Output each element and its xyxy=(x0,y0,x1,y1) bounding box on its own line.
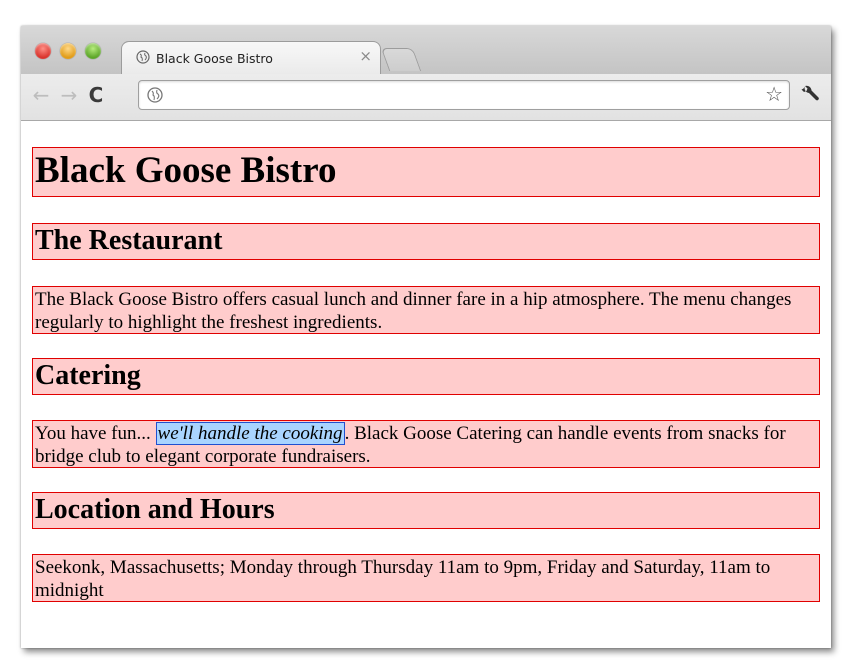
section-heading-catering: Catering xyxy=(32,358,820,395)
page-globe-icon xyxy=(147,87,163,103)
address-input[interactable] xyxy=(169,85,753,107)
page-globe-icon xyxy=(136,50,150,64)
address-bar[interactable]: ☆ xyxy=(138,80,790,110)
wrench-icon[interactable] xyxy=(799,83,821,105)
location-paragraph: Seekonk, Massachusetts; Monday through T… xyxy=(32,554,820,602)
minimize-window-button[interactable] xyxy=(60,43,76,59)
browser-window: Black Goose Bistro × ← → C ☆ Black Goose… xyxy=(21,26,831,648)
catering-text-before: You have fun... xyxy=(35,423,156,444)
section-heading-location: Location and Hours xyxy=(32,492,820,529)
forward-arrow-icon[interactable]: → xyxy=(58,84,80,106)
section-heading-restaurant: The Restaurant xyxy=(32,223,820,260)
restaurant-paragraph: The Black Goose Bistro offers casual lun… xyxy=(32,286,820,334)
back-arrow-icon[interactable]: ← xyxy=(30,84,52,106)
tab-close-icon[interactable]: × xyxy=(359,47,372,65)
catering-paragraph: You have fun... we'll handle the cooking… xyxy=(32,420,820,468)
new-tab-button[interactable] xyxy=(380,48,422,71)
title-bar: Black Goose Bistro × xyxy=(21,26,831,75)
page-content: Black Goose Bistro The Restaurant The Bl… xyxy=(21,121,831,648)
reload-icon[interactable]: C xyxy=(85,84,107,106)
catering-emphasis: we'll handle the cooking xyxy=(155,422,345,445)
tab-black-goose-bistro[interactable]: Black Goose Bistro × xyxy=(121,41,381,75)
browser-toolbar: ← → C ☆ xyxy=(21,74,831,121)
zoom-window-button[interactable] xyxy=(85,43,101,59)
page-title: Black Goose Bistro xyxy=(32,147,820,197)
tab-title: Black Goose Bistro xyxy=(156,51,273,66)
close-window-button[interactable] xyxy=(35,43,51,59)
star-icon[interactable]: ☆ xyxy=(765,83,783,105)
